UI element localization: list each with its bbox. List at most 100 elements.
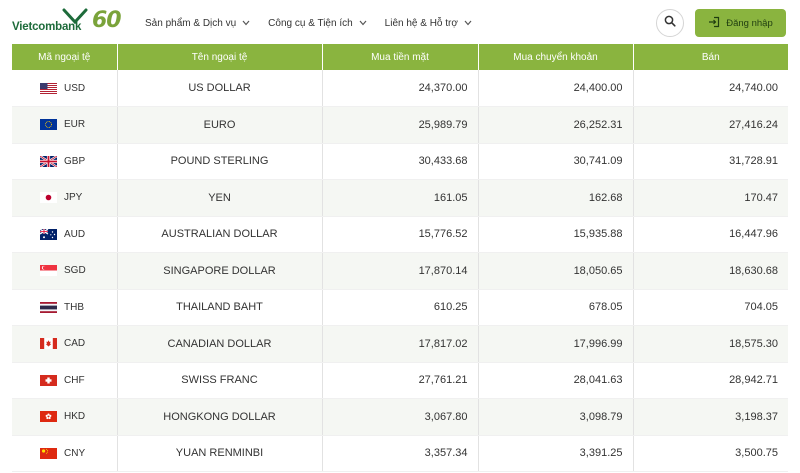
table-row: GBP POUND STERLING 30,433.68 30,741.09 31,72… [12, 143, 788, 180]
sell-rate: 3,198.37 [633, 398, 788, 436]
currency-code: USD [64, 82, 86, 94]
buy-transfer-rate: 15,935.88 [478, 216, 634, 253]
currency-code: AUD [64, 228, 86, 240]
table-row: JPY YEN 161.05 162.68 170.47 [12, 179, 788, 217]
chevron-down-icon [359, 19, 367, 28]
main-nav: Sản phẩm & Dịch vụ Công cụ & Tiện ích Li… [145, 0, 490, 46]
buy-cash-rate: 17,870.14 [322, 252, 479, 290]
sell-rate: 16,447.96 [633, 216, 788, 253]
chevron-down-icon [464, 19, 472, 28]
nav-label: Liên hệ & Hỗ trợ [384, 17, 458, 29]
sell-rate: 170.47 [633, 179, 788, 217]
exchange-rate-table: Mã ngoại tệ Tên ngoại tệ Mua tiền mặt Mu… [12, 44, 788, 472]
nav-label: Sản phẩm & Dịch vụ [145, 17, 237, 29]
ch-flag-icon [40, 374, 57, 386]
col-currency-name: Tên ngoại tệ [117, 44, 323, 70]
logo-leaf-icon [62, 8, 88, 29]
currency-code: THB [64, 301, 84, 313]
currency-code-cell: CHF [12, 362, 118, 399]
sell-rate: 3,500.75 [633, 435, 788, 472]
currency-name: AUSTRALIAN DOLLAR [117, 216, 323, 253]
table-row: CHF SWISS FRANC 27,761.21 28,041.63 28,942.7… [12, 362, 788, 399]
buy-cash-rate: 610.25 [322, 289, 479, 326]
chevron-down-icon [242, 19, 250, 28]
buy-transfer-rate: 18,050.65 [478, 252, 634, 290]
nav-contact-support[interactable]: Liên hệ & Hỗ trợ [385, 18, 472, 29]
vietcombank-logo[interactable]: Vietcombank 60 [12, 8, 122, 38]
buy-cash-rate: 3,357.34 [322, 435, 479, 472]
anniversary-60-badge: 60 [92, 8, 122, 33]
col-currency-code: Mã ngoại tệ [12, 44, 118, 70]
buy-transfer-rate: 28,041.63 [478, 362, 634, 399]
currency-name: CANADIAN DOLLAR [117, 325, 323, 363]
table-row: AUD AUSTRALIAN DOLLAR 15,776.52 15,935.88 16… [12, 216, 788, 253]
currency-code: EUR [64, 119, 86, 131]
currency-code: SGD [64, 265, 86, 277]
currency-code: GBP [64, 155, 86, 167]
buy-transfer-rate: 3,098.79 [478, 398, 634, 436]
hk-flag-icon [40, 411, 57, 423]
buy-cash-rate: 3,067.80 [322, 398, 479, 436]
currency-name: YEN [117, 179, 323, 217]
currency-name: SINGAPORE DOLLAR [117, 252, 323, 290]
buy-transfer-rate: 26,252.31 [478, 106, 634, 144]
buy-cash-rate: 15,776.52 [322, 216, 479, 253]
table-row: THB THAILAND BAHT 610.25 678.05 704.05 [12, 289, 788, 326]
sg-flag-icon [40, 265, 57, 277]
ca-flag-icon [40, 338, 57, 350]
us-flag-icon [40, 82, 57, 94]
col-buy-cash: Mua tiền mặt [322, 44, 479, 70]
currency-code-cell: CAD [12, 325, 118, 363]
col-buy-transfer: Mua chuyển khoản [478, 44, 634, 70]
currency-code-cell: SGD [12, 252, 118, 290]
buy-cash-rate: 25,989.79 [322, 106, 479, 144]
col-sell: Bán [633, 44, 788, 70]
buy-transfer-rate: 24,400.00 [478, 70, 634, 107]
uk-flag-icon [40, 155, 57, 167]
currency-code: CAD [64, 338, 86, 350]
currency-code-cell: USD [12, 70, 118, 107]
sell-rate: 27,416.24 [633, 106, 788, 144]
currency-name: POUND STERLING [117, 143, 323, 180]
currency-code: CHF [64, 374, 85, 386]
currency-name: HONGKONG DOLLAR [117, 398, 323, 436]
exchange-rate-table-container: Mã ngoại tệ Tên ngoại tệ Mua tiền mặt Mu… [12, 44, 788, 472]
sell-rate: 31,728.91 [633, 143, 788, 180]
table-body: USD US DOLLAR 24,370.00 24,400.00 24,740.00 E… [12, 70, 788, 472]
buy-transfer-rate: 17,996.99 [478, 325, 634, 363]
currency-code-cell: GBP [12, 143, 118, 180]
nav-label: Công cụ & Tiện ích [268, 17, 353, 29]
search-button[interactable] [656, 9, 684, 37]
sell-rate: 24,740.00 [633, 70, 788, 107]
currency-code: HKD [64, 411, 86, 423]
table-row: CNY YUAN RENMINBI 3,357.34 3,391.25 3,500.75 [12, 435, 788, 472]
sell-rate: 28,942.71 [633, 362, 788, 399]
login-label: Đăng nhập [726, 17, 773, 29]
buy-cash-rate: 30,433.68 [322, 143, 479, 180]
login-icon [708, 16, 720, 31]
search-icon [664, 14, 676, 32]
currency-name: YUAN RENMINBI [117, 435, 323, 472]
buy-transfer-rate: 3,391.25 [478, 435, 634, 472]
au-flag-icon [40, 228, 57, 240]
table-row: CAD CANADIAN DOLLAR 17,817.02 17,996.99 18,5… [12, 325, 788, 363]
table-row: SGD SINGAPORE DOLLAR 17,870.14 18,050.65 18,… [12, 252, 788, 290]
table-row: EUR EURO 25,989.79 26,252.31 27,416.24 [12, 106, 788, 144]
cn-flag-icon [40, 447, 57, 459]
eu-flag-icon [40, 119, 57, 131]
sell-rate: 18,575.30 [633, 325, 788, 363]
currency-name: THAILAND BAHT [117, 289, 323, 326]
currency-name: EURO [117, 106, 323, 144]
currency-code: CNY [64, 447, 86, 459]
buy-cash-rate: 27,761.21 [322, 362, 479, 399]
currency-code-cell: JPY [12, 179, 118, 217]
jp-flag-icon [40, 192, 57, 204]
buy-cash-rate: 161.05 [322, 179, 479, 217]
currency-name: US DOLLAR [117, 70, 323, 107]
th-flag-icon [40, 301, 57, 313]
login-button[interactable]: Đăng nhập [695, 9, 786, 37]
table-row: HKD HONGKONG DOLLAR 3,067.80 3,098.79 3,198.… [12, 398, 788, 436]
nav-tools-utilities[interactable]: Công cụ & Tiện ích [268, 18, 367, 29]
buy-cash-rate: 17,817.02 [322, 325, 479, 363]
nav-products-services[interactable]: Sản phẩm & Dịch vụ [145, 18, 250, 29]
